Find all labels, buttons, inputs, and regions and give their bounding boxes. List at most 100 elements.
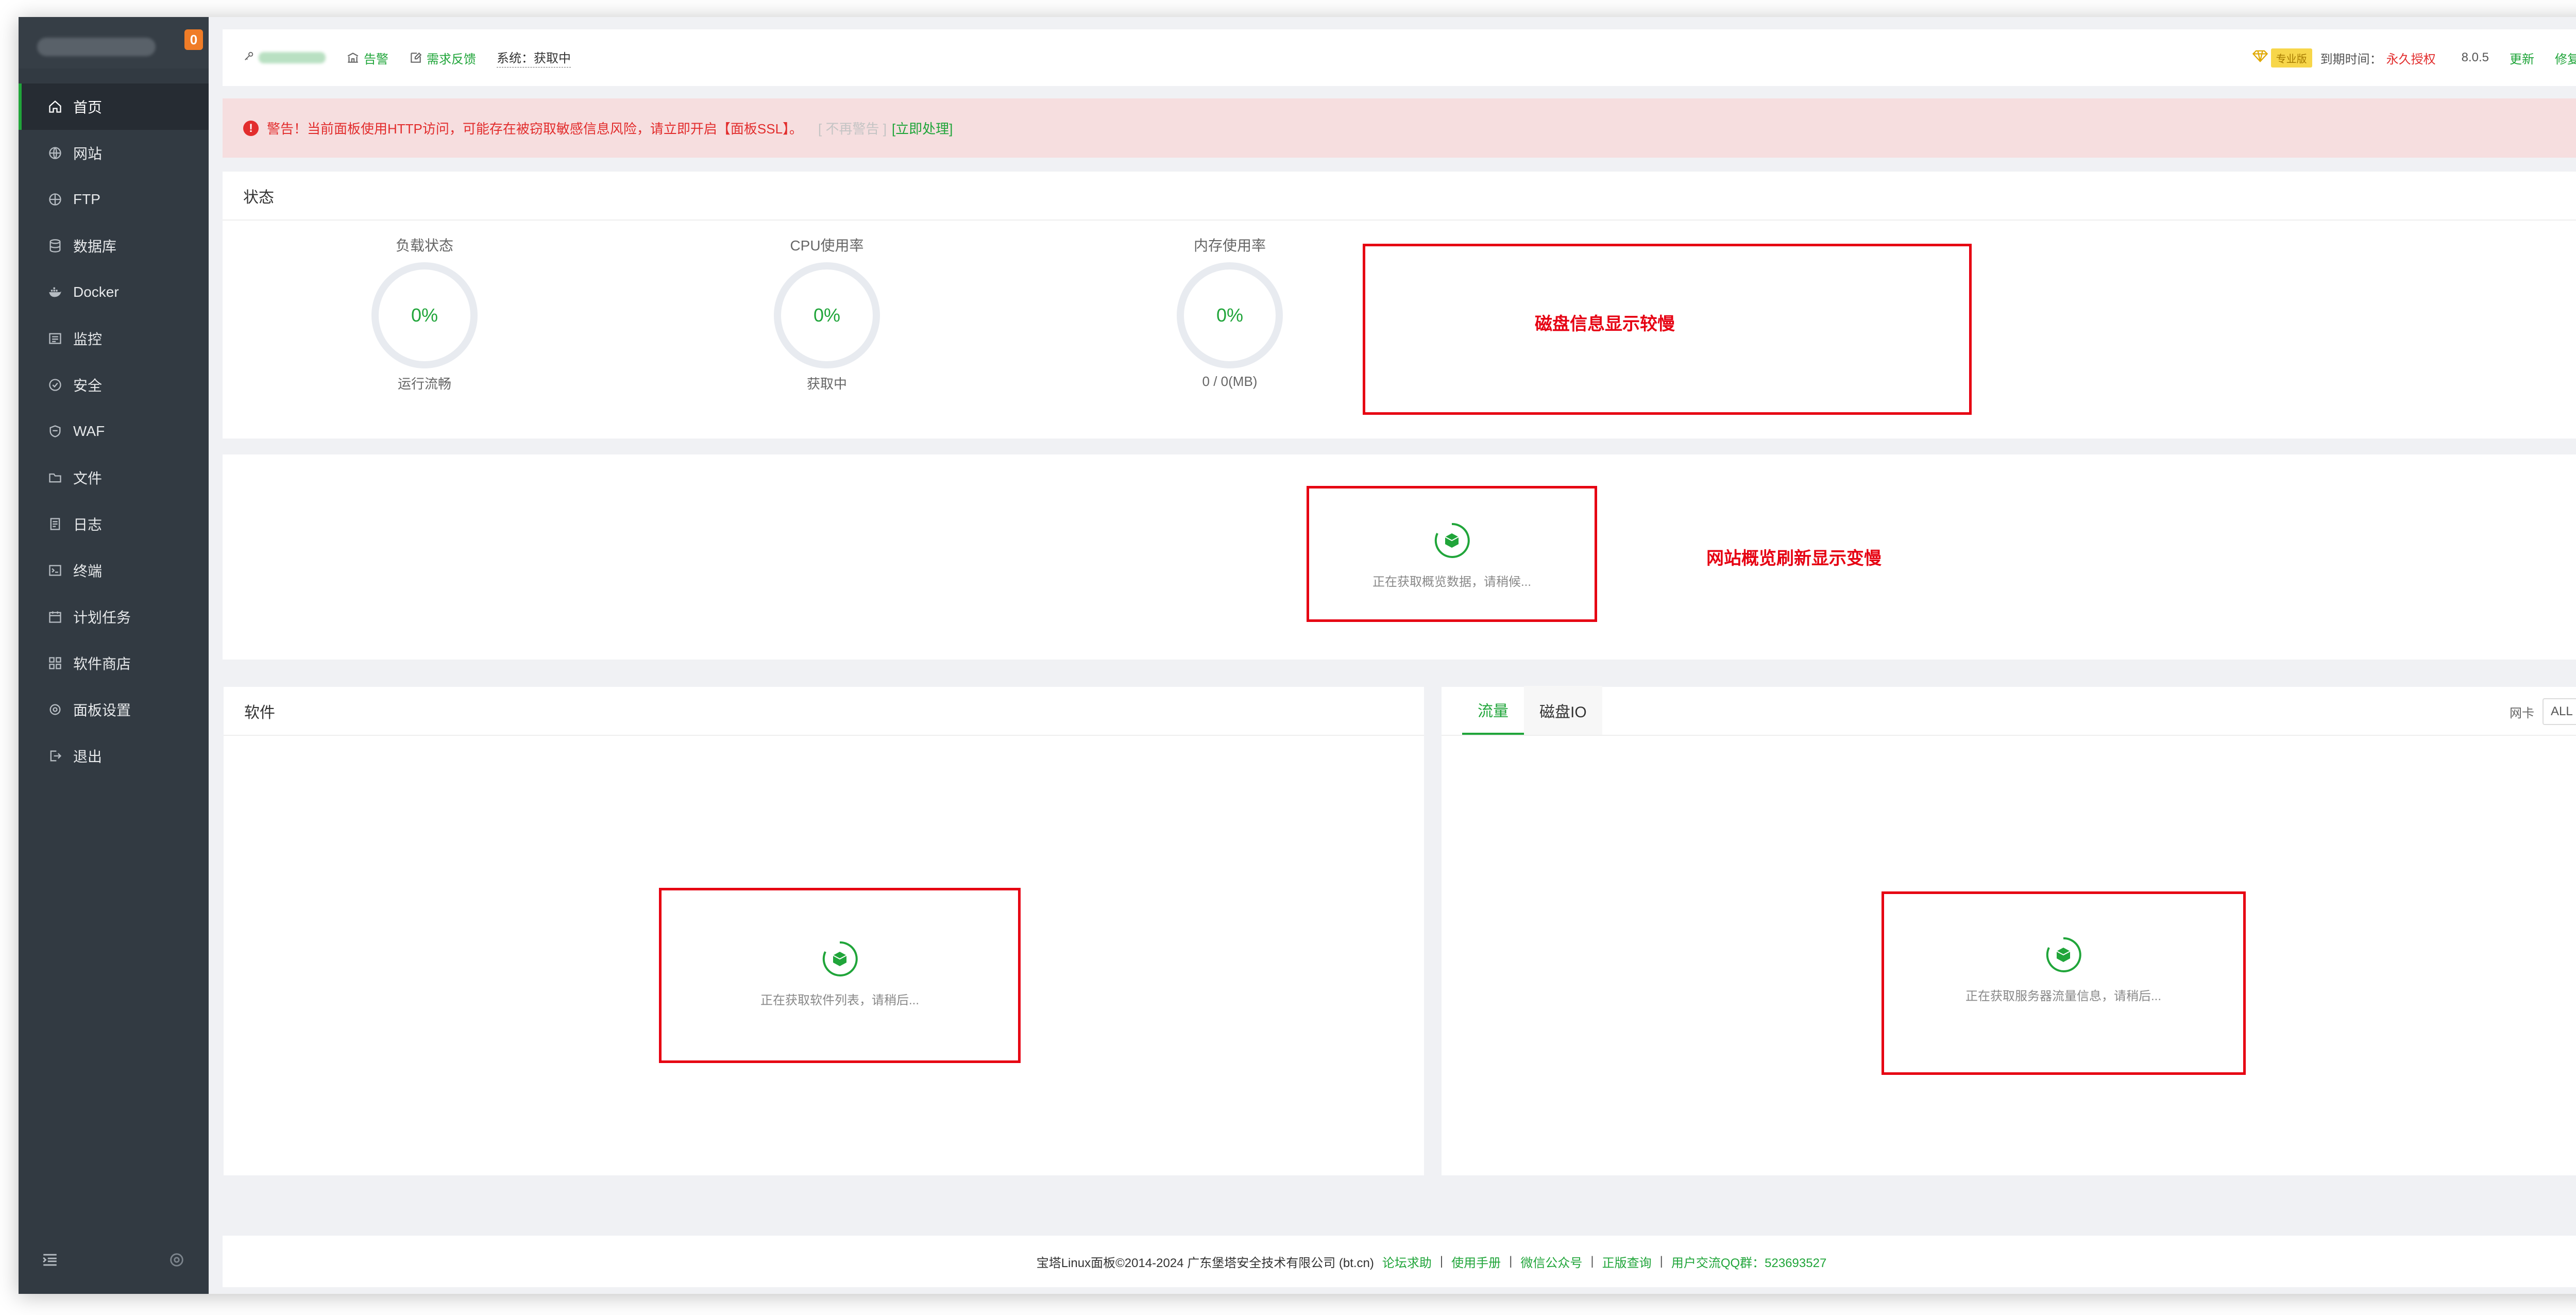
waf-shield-icon — [47, 424, 63, 439]
collapse-menu-icon[interactable] — [41, 1251, 59, 1269]
footer-separator: | — [1590, 1254, 1594, 1268]
grid-icon — [47, 655, 63, 671]
home-icon — [47, 99, 63, 114]
nic-selector: 网卡 ALL — [2510, 698, 2576, 725]
footer: 宝塔Linux面板©2014-2024 广东堡塔安全技术有限公司 (bt.cn)… — [223, 1236, 2576, 1287]
memory-gauge[interactable]: 内存使用率 0% 0 / 0(MB) — [1165, 234, 1294, 390]
sidebar-item-label: 日志 — [73, 517, 103, 533]
globe-icon — [47, 145, 63, 161]
load-gauge[interactable]: 负载状态 0% 运行流畅 — [360, 234, 489, 393]
sidebar-item-label: 终端 — [73, 563, 103, 579]
ftp-icon — [47, 192, 63, 207]
traffic-tabs: 流量 磁盘IO 网卡 ALL — [1442, 686, 2576, 736]
traffic-loading-text: 正在获取服务器流量信息，请稍后... — [1965, 989, 2161, 1003]
system-info[interactable]: 系统：获取中 — [497, 48, 571, 68]
traffic-loader: 正在获取服务器流量信息，请稍后... — [1935, 934, 2192, 1004]
http-warning-alert: ! 警告！当前面板使用HTTP访问，可能存在被窃取敏感信息风险，请立即开启【面板… — [223, 98, 2576, 158]
gauge-title: 内存使用率 — [1193, 238, 1266, 254]
edit-icon — [409, 51, 422, 64]
footer-link-manual[interactable]: 使用手册 — [1451, 1253, 1501, 1271]
gauge-value: 0% — [774, 262, 880, 368]
alert-message: 警告！当前面板使用HTTP访问，可能存在被窃取敏感信息风险，请立即开启【面板SS… — [267, 121, 803, 137]
sidebar-item-label: 监控 — [73, 331, 103, 347]
overview-loader: 正在获取概览数据，请稍候... — [1323, 520, 1581, 589]
calendar-icon — [47, 609, 63, 625]
sidebar-nav: 首页 网站 FTP 数据库 Docker 监控 安全 WAF 文件 日志 终端 … — [19, 83, 209, 779]
sidebar-item-label: 数据库 — [73, 239, 117, 255]
sidebar-item-settings[interactable]: 面板设置 — [19, 686, 209, 733]
sidebar-item-label: 网站 — [73, 146, 103, 162]
gauge-subtitle: 获取中 — [806, 376, 847, 392]
server-ip[interactable] — [243, 50, 326, 65]
sidebar-item-database[interactable]: 数据库 — [19, 223, 209, 269]
footer-link-forum[interactable]: 论坛求助 — [1382, 1253, 1432, 1271]
logout-icon — [47, 748, 63, 764]
disk-annotation-text: 磁盘信息显示较慢 — [1535, 314, 1675, 334]
loading-spinner-icon — [2043, 934, 2084, 975]
overview-annotation-text: 网站概览刷新显示变慢 — [1706, 549, 1882, 568]
footer-separator: | — [1439, 1254, 1444, 1268]
expire-label: 到期时间： — [2320, 52, 2382, 66]
footer-link-qq-group[interactable]: 用户交流QQ群：523693527 — [1671, 1253, 1826, 1271]
server-name-blurred — [37, 38, 156, 56]
footer-link-license[interactable]: 正版查询 — [1602, 1253, 1652, 1271]
sidebar-item-security[interactable]: 安全 — [19, 362, 209, 408]
pro-edition-badge[interactable]: 专业版 — [2251, 48, 2312, 68]
update-button[interactable]: 更新 — [2510, 49, 2534, 67]
gauge-value: 0% — [1177, 262, 1283, 368]
software-panel: 软件 正在获取软件列表，请稍后... — [224, 687, 1424, 1175]
settings-gear-icon[interactable] — [168, 1251, 185, 1269]
expire-value[interactable]: 永久授权 — [2386, 49, 2436, 67]
sidebar-item-cron[interactable]: 计划任务 — [19, 594, 209, 640]
sidebar-item-docker[interactable]: Docker — [19, 269, 209, 315]
sidebar-item-ftp[interactable]: FTP — [19, 176, 209, 223]
status-title: 状态 — [223, 172, 2576, 221]
sidebar-item-logs[interactable]: 日志 — [19, 501, 209, 547]
sidebar-item-terminal[interactable]: 终端 — [19, 547, 209, 594]
gauge-subtitle: 运行流畅 — [397, 376, 451, 392]
cpu-gauge[interactable]: CPU使用率 0% 获取中 — [762, 234, 891, 393]
gear-icon — [47, 702, 63, 717]
nic-selected-value: ALL — [2551, 704, 2573, 718]
sidebar-item-waf[interactable]: WAF — [19, 408, 209, 454]
sidebar-item-files[interactable]: 文件 — [19, 454, 209, 501]
sidebar-item-label: Docker — [73, 284, 119, 300]
tab-disk-io[interactable]: 磁盘IO — [1524, 686, 1602, 735]
diamond-icon — [2251, 49, 2269, 67]
version-number: 8.0.5 — [2461, 50, 2489, 64]
footer-separator: | — [1509, 1254, 1513, 1268]
feedback-link[interactable]: 需求反馈 — [409, 49, 476, 67]
tab-traffic[interactable]: 流量 — [1462, 686, 1524, 735]
database-icon — [47, 238, 63, 254]
terminal-icon — [47, 563, 63, 578]
gauge-value: 0% — [371, 262, 478, 368]
overview-panel: 正在获取概览数据，请稍候... 网站概览刷新显示变慢 — [223, 454, 2576, 660]
software-loading-text: 正在获取软件列表，请稍后... — [760, 993, 919, 1007]
loading-spinner-icon — [819, 938, 860, 980]
notification-badge[interactable]: 0 — [184, 29, 203, 50]
software-loader: 正在获取软件列表，请稍后... — [711, 938, 969, 1008]
shield-icon — [47, 377, 63, 393]
nic-dropdown[interactable]: ALL — [2543, 698, 2576, 725]
alarm-label: 告警 — [364, 52, 388, 66]
key-icon — [243, 50, 255, 65]
fix-now-link[interactable]: [立即处理] — [892, 119, 953, 138]
sidebar: 0 首页 网站 FTP 数据库 Docker 监控 安全 WAF 文件 日志 终… — [19, 17, 209, 1294]
footer-separator: | — [1659, 1254, 1663, 1268]
alarm-link[interactable]: 告警 — [346, 49, 388, 67]
sidebar-item-label: 首页 — [73, 99, 103, 115]
sidebar-item-logout[interactable]: 退出 — [19, 733, 209, 779]
sidebar-item-monitor[interactable]: 监控 — [19, 315, 209, 362]
vip-label: 专业版 — [2270, 48, 2312, 68]
repair-button[interactable]: 修复 — [2555, 49, 2576, 67]
sidebar-item-home[interactable]: 首页 — [19, 83, 209, 130]
dismiss-warning-link[interactable]: [ 不再警告 ] — [818, 119, 887, 138]
sidebar-item-label: WAF — [73, 423, 105, 439]
footer-link-wechat[interactable]: 微信公众号 — [1520, 1253, 1582, 1271]
footer-copyright: 宝塔Linux面板©2014-2024 广东堡塔安全技术有限公司 (bt.cn) — [1036, 1256, 1374, 1270]
sidebar-item-store[interactable]: 软件商店 — [19, 640, 209, 686]
sidebar-item-label: FTP — [73, 191, 100, 207]
nic-label: 网卡 — [2510, 706, 2534, 720]
sidebar-item-label: 计划任务 — [73, 610, 131, 626]
sidebar-item-website[interactable]: 网站 — [19, 130, 209, 176]
